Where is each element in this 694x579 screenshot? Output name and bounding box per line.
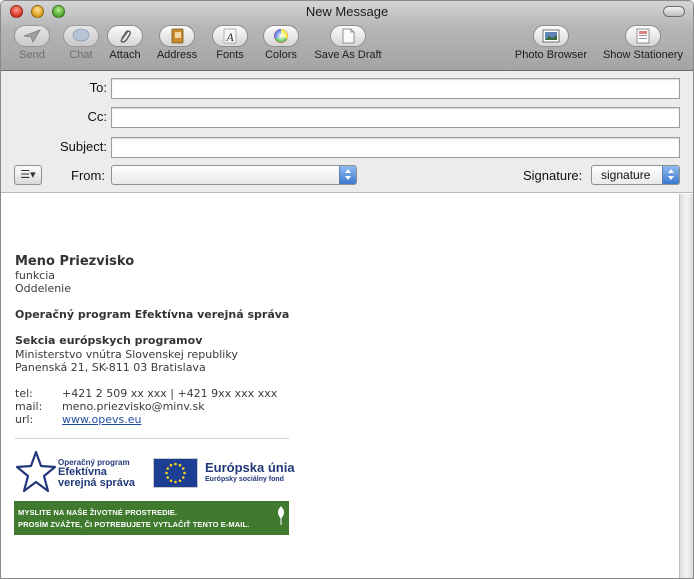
tel-value: +421 2 509 xx xxx | +421 9xx xxx xxx [62, 387, 278, 400]
signature-label: Signature: [523, 168, 583, 183]
address-button[interactable]: Address [155, 25, 199, 67]
signature-select[interactable]: signature [591, 165, 680, 185]
signature-address: Panenská 21, SK-811 03 Bratislava [15, 361, 206, 374]
select-arrows-icon [662, 166, 679, 184]
address-label: Address [156, 49, 198, 61]
attach-button[interactable]: Attach [106, 25, 144, 67]
show-stationery-button[interactable]: Show Stationery [600, 25, 686, 67]
to-row: To: [1, 76, 693, 100]
colors-button[interactable]: Colors [261, 25, 301, 67]
select-arrows-icon [339, 166, 356, 184]
signature-function: funkcia [15, 269, 56, 282]
tel-label: tel: [15, 387, 33, 400]
subject-row: Subject: [1, 135, 693, 159]
eu-logo: Európska únia Európsky sociálny fond [205, 460, 295, 483]
signature-section: Sekcia európskych programov [15, 334, 203, 347]
paperclip-icon [120, 30, 131, 43]
signature-program: Operačný program Efektívna verejná správ… [15, 308, 290, 321]
header-fields-menu-button[interactable]: ☰▾ [14, 165, 42, 185]
fonts-button[interactable]: A Fonts [211, 25, 249, 67]
stationery-icon [636, 28, 650, 44]
mail-label: mail: [15, 400, 43, 413]
send-label: Send [19, 49, 45, 61]
op-logo-line2: verejná správa [58, 477, 136, 489]
list-menu-icon: ☰▾ [20, 169, 36, 181]
compose-window: New Message Send Chat Attach Address A F… [0, 0, 694, 579]
contact-mail: mail: meno.priezvisko@minv.sk [15, 400, 205, 413]
save-as-draft-button[interactable]: Save As Draft [311, 25, 385, 67]
url-label: url: [15, 413, 34, 426]
banner-line2: PROSÍM ZVÁŽTE, ČI POTREBUJETE VYTLAČIŤ T… [18, 520, 250, 529]
send-button[interactable]: Send [13, 25, 51, 67]
from-label: From: [71, 168, 105, 183]
op-star-logo-icon [15, 450, 57, 493]
fonts-label: Fonts [216, 49, 244, 61]
eu-flag-icon [153, 458, 198, 488]
color-wheel-icon [274, 29, 288, 43]
photo-icon [542, 29, 560, 43]
photo-browser-label: Photo Browser [514, 49, 588, 61]
banner-line1: MYSLITE NA NAŠE ŽIVOTNÉ PROSTREDIE. [18, 508, 178, 517]
to-label: To: [89, 80, 107, 95]
chat-bubble-icon [72, 28, 90, 42]
signature-divider [15, 438, 289, 439]
from-select[interactable] [111, 165, 357, 185]
chat-label: Chat [69, 49, 93, 61]
toolbar-toggle-button[interactable] [663, 6, 685, 17]
subject-field[interactable] [111, 137, 680, 158]
message-body[interactable]: Meno Priezvisko funkcia Oddelenie Operač… [1, 194, 679, 578]
cc-field[interactable] [111, 107, 680, 128]
chat-button[interactable]: Chat [62, 25, 100, 67]
toolbar-area: New Message Send Chat Attach Address A F… [1, 1, 693, 71]
send-icon [23, 29, 41, 43]
signature-name: Meno Priezvisko [15, 254, 135, 269]
signature-ministry: Ministerstvo vnútra Slovenskej republiky [15, 348, 238, 361]
signature-department: Oddelenie [15, 282, 72, 295]
colors-label: Colors [265, 49, 297, 61]
environment-banner: MYSLITE NA NAŠE ŽIVOTNÉ PROSTREDIE. PROS… [14, 501, 289, 535]
attach-label: Attach [109, 49, 141, 61]
website-link[interactable]: www.opevs.eu [62, 413, 141, 426]
mail-value: meno.priezvisko@minv.sk [62, 400, 205, 413]
eu-subtitle: Európsky sociálny fond [205, 476, 284, 483]
leaf-icon [278, 506, 284, 525]
draft-document-icon [342, 28, 355, 44]
vertical-scrollbar[interactable] [679, 194, 693, 578]
photo-browser-button[interactable]: Photo Browser [512, 25, 590, 67]
cc-row: Cc: [1, 105, 693, 129]
contact-tel: tel: +421 2 509 xx xxx | +421 9xx xxx xxx [15, 387, 277, 400]
svg-text:A: A [225, 30, 234, 44]
eu-title: Európska únia [205, 460, 295, 475]
window-title: New Message [305, 4, 389, 19]
show-stationery-label: Show Stationery [602, 49, 684, 61]
save-as-draft-label: Save As Draft [314, 49, 382, 61]
to-field[interactable] [111, 78, 680, 99]
contact-url: url: www.opevs.eu [15, 413, 141, 426]
cc-label: Cc: [87, 109, 108, 124]
signature-value: signature [601, 168, 651, 182]
subject-label: Subject: [60, 139, 107, 154]
fonts-icon: A [223, 28, 237, 44]
op-logo: Operačný program Efektívna verejná správ… [15, 450, 145, 494]
address-book-icon [171, 28, 184, 44]
